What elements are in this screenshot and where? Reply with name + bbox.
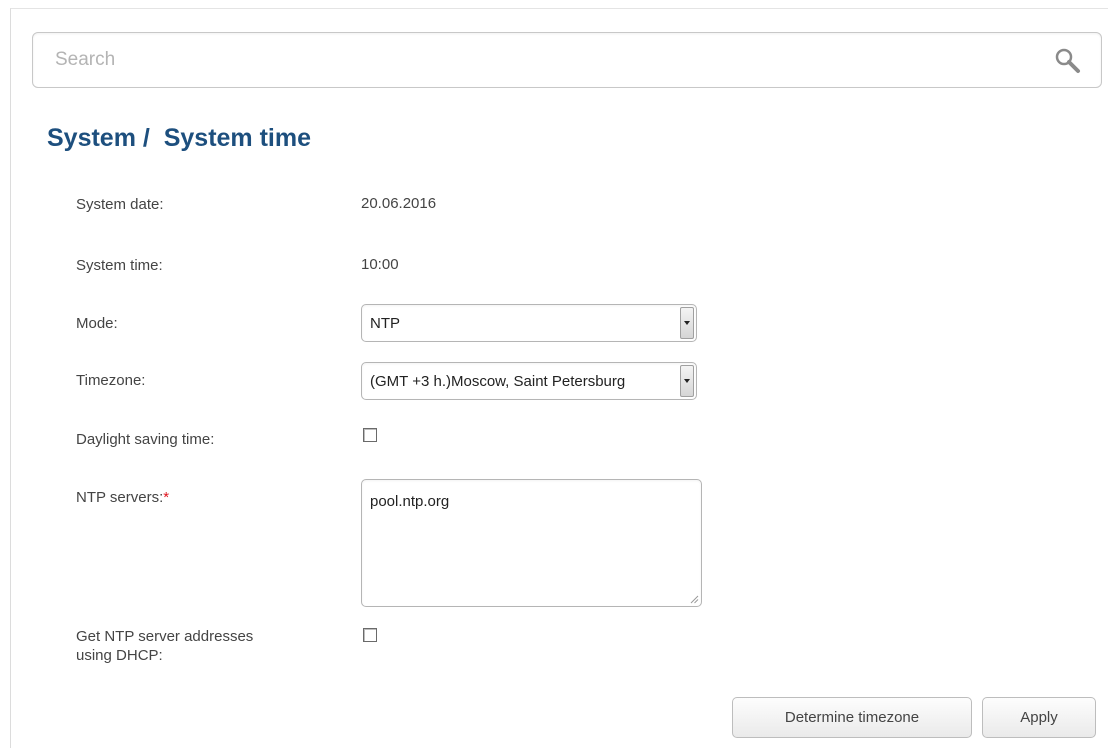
ntp-dhcp-label-line1: Get NTP server addresses	[76, 628, 254, 645]
chevron-down-icon[interactable]	[680, 307, 694, 339]
timezone-select[interactable]: (GMT +3 h.)Moscow, Saint Petersburg	[361, 362, 697, 400]
chevron-down-icon[interactable]	[680, 365, 694, 397]
system-date-label: System date:	[76, 196, 164, 213]
ntp-dhcp-label: Get NTP server addresses using DHCP:	[76, 627, 253, 665]
mode-selected-value: NTP	[370, 315, 400, 332]
apply-button[interactable]: Apply	[982, 697, 1096, 738]
dst-checkbox[interactable]	[363, 428, 377, 442]
ntp-dhcp-label-line2: using DHCP:	[76, 647, 163, 664]
ntp-servers-label: NTP servers:*	[76, 488, 169, 507]
search-input[interactable]	[33, 33, 1101, 87]
system-time-label: System time:	[76, 257, 163, 274]
mode-select[interactable]: NTP	[361, 304, 697, 342]
timezone-label: Timezone:	[76, 372, 146, 389]
ntp-servers-value: pool.ntp.org	[370, 493, 450, 510]
ntp-servers-textarea[interactable]: pool.ntp.org	[361, 479, 702, 607]
page-title: System / System time	[47, 124, 312, 152]
determine-timezone-button[interactable]: Determine timezone	[732, 697, 972, 738]
ntp-dhcp-checkbox[interactable]	[363, 628, 377, 642]
dst-label: Daylight saving time:	[76, 431, 215, 448]
required-mark: *	[163, 489, 170, 506]
ntp-servers-label-text: NTP servers:	[76, 489, 164, 506]
search-box[interactable]	[32, 32, 1102, 88]
system-date-value: 20.06.2016	[361, 195, 437, 212]
system-time-value: 10:00	[361, 256, 399, 273]
timezone-selected-value: (GMT +3 h.)Moscow, Saint Petersburg	[370, 373, 626, 390]
mode-label: Mode:	[76, 315, 118, 332]
resize-grip-icon[interactable]	[690, 595, 699, 604]
search-icon[interactable]	[1053, 46, 1083, 76]
